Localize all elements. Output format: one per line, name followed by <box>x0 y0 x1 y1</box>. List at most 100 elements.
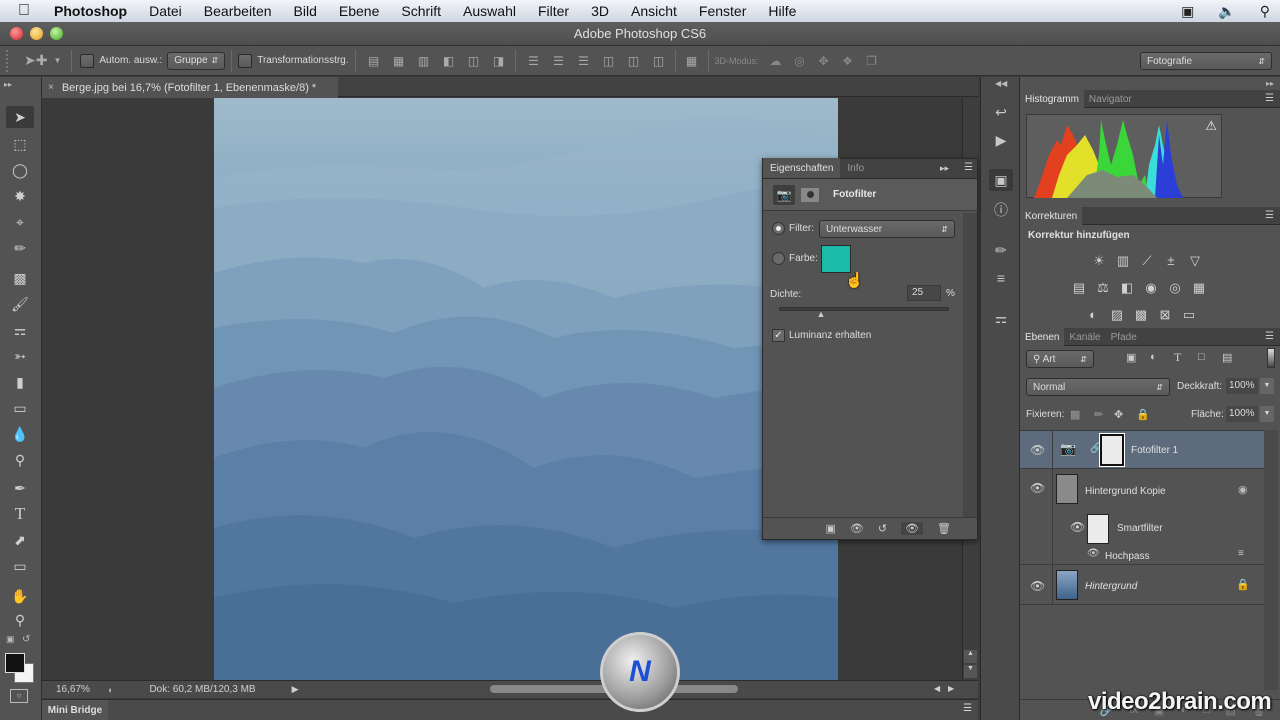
expand-panels-icon[interactable]: ◀◀ <box>995 79 1007 88</box>
path-selection-tool[interactable]: ⬈ <box>6 529 34 551</box>
blur-tool[interactable]: 💧 <box>6 423 34 445</box>
layer-row[interactable]: 👁 📷 🔗 Fotofilter 1 <box>1020 431 1264 469</box>
volume-icon[interactable]: 🔈 <box>1218 3 1235 20</box>
clip-to-layer-icon[interactable]: ▣ <box>825 522 835 535</box>
layer-name[interactable]: Fotofilter 1 <box>1131 445 1178 456</box>
foreground-color-swatch[interactable] <box>5 653 25 673</box>
align-bottom-icon[interactable]: ▥ <box>414 54 434 68</box>
mini-bridge-tab[interactable]: Mini Bridge <box>42 700 108 720</box>
clone-stamp-tool[interactable]: ⚎ <box>6 319 34 341</box>
eraser-tool[interactable]: ▮ <box>6 371 34 393</box>
brightness-contrast-icon[interactable]: ☀ <box>1090 253 1108 269</box>
3d-roll-icon[interactable]: ◎ <box>791 54 809 68</box>
smart-object-thumbnail[interactable] <box>1056 474 1078 504</box>
options-grip[interactable] <box>6 49 14 72</box>
channel-mixer-icon[interactable]: ◎ <box>1166 280 1184 296</box>
filter-pixel-layers-icon[interactable]: ▣ <box>1126 351 1136 364</box>
document-tab[interactable]: × Berge.jpg bei 16,7% (Fotofilter 1, Ebe… <box>42 77 338 98</box>
visibility-eye-icon[interactable]: 👁 <box>1087 548 1100 559</box>
visibility-eye-icon[interactable]: 👁 <box>1070 520 1085 534</box>
layer-name[interactable]: Hintergrund Kopie <box>1085 486 1166 497</box>
dodge-tool[interactable]: ⚲ <box>6 449 34 471</box>
magic-wand-tool[interactable]: ✸ <box>6 185 34 207</box>
3d-pan-icon[interactable]: ✥ <box>815 54 833 68</box>
lock-position-icon[interactable]: ✥ <box>1114 408 1123 421</box>
distribute-vertical-center-icon[interactable]: ☰ <box>549 54 569 68</box>
layer-row[interactable]: 👁 Hintergrund Kopie ◉ 👁 Smartfilter 👁 Ho… <box>1020 469 1264 565</box>
zoom-level[interactable]: 16,67% <box>56 684 96 695</box>
transform-controls-checkbox[interactable] <box>238 53 253 68</box>
tab-pfade[interactable]: Pfade <box>1106 328 1142 346</box>
document-image[interactable] <box>214 98 838 680</box>
pen-tool[interactable]: ✒ <box>6 477 34 499</box>
align-horizontal-center-icon[interactable]: ◫ <box>464 54 484 68</box>
hand-tool[interactable]: ✋ <box>6 585 34 607</box>
lock-all-icon[interactable]: 🔒 <box>1136 408 1150 421</box>
blend-mode-dropdown[interactable]: Normal ⇵ <box>1026 378 1170 396</box>
menu-hilfe[interactable]: Hilfe <box>768 3 796 19</box>
fill-input[interactable]: 100% <box>1226 406 1258 422</box>
smart-filter-indicator-icon[interactable]: ◉ <box>1238 483 1248 496</box>
color-radio[interactable] <box>772 252 785 265</box>
info-panel-icon[interactable]: ⓘ <box>989 199 1013 221</box>
3d-slide-icon[interactable]: ❖ <box>839 54 857 68</box>
filter-radio[interactable] <box>772 222 785 235</box>
3d-scale-icon[interactable]: ❐ <box>863 54 881 68</box>
collapse-dock-icon[interactable]: ▸▸ <box>1266 79 1274 88</box>
layer-thumbnail[interactable] <box>1056 570 1078 600</box>
lasso-tool[interactable]: ◯ <box>6 159 34 181</box>
tab-eigenschaften[interactable]: Eigenschaften <box>763 158 841 178</box>
color-balance-icon[interactable]: ⚖ <box>1094 280 1112 296</box>
layer-filter-toggle[interactable] <box>1267 348 1275 368</box>
history-panel-icon[interactable]: ↩ <box>989 101 1013 123</box>
collapse-panel-icon[interactable]: ▸▸ <box>940 163 949 174</box>
menu-datei[interactable]: Datei <box>149 3 182 19</box>
distribute-left-icon[interactable]: ◫ <box>599 54 619 68</box>
3d-orbit-icon[interactable]: ☁ <box>767 54 785 68</box>
tab-kanaele[interactable]: Kanäle <box>1064 328 1105 346</box>
toggle-visibility-icon[interactable]: 👁 <box>901 522 924 535</box>
cache-warning-icon[interactable]: ⚠ <box>1205 118 1217 134</box>
tab-navigator[interactable]: Navigator <box>1084 90 1137 108</box>
quick-mask-icon[interactable]: ○ <box>10 689 28 703</box>
opacity-dropdown-button[interactable]: ▼ <box>1260 378 1274 394</box>
gradient-tool[interactable]: ▭ <box>6 397 34 419</box>
density-input[interactable]: 25 <box>907 285 941 301</box>
visibility-eye-icon[interactable]: 👁 <box>1030 443 1045 457</box>
selective-color-icon[interactable]: ⊠ <box>1156 307 1174 323</box>
menu-filter[interactable]: Filter <box>538 3 569 19</box>
type-tool[interactable]: T <box>6 503 34 525</box>
delete-adjustment-icon[interactable]: 🗑 <box>937 522 951 535</box>
auto-align-layers-icon[interactable]: ▦ <box>682 54 702 68</box>
distribute-horizontal-center-icon[interactable]: ◫ <box>624 54 644 68</box>
filter-blending-options-icon[interactable]: ≡ <box>1238 548 1244 559</box>
clone-source-icon[interactable]: ⚎ <box>989 307 1013 329</box>
marquee-tool[interactable]: ⬚ <box>6 133 34 155</box>
scroll-down-button[interactable]: ▼ <box>964 665 977 678</box>
smart-filter-name[interactable]: Smartfilter <box>1117 523 1163 534</box>
filter-shape-layers-icon[interactable]: □ <box>1198 351 1205 363</box>
scroll-left-button[interactable]: ◀ <box>934 684 940 693</box>
smart-filter-mask-thumbnail[interactable] <box>1087 514 1109 544</box>
default-colors-icon[interactable]: ▣ <box>6 634 15 645</box>
tab-info[interactable]: Info <box>840 158 871 178</box>
hue-saturation-icon[interactable]: ▤ <box>1070 280 1088 296</box>
menu-app-photoshop[interactable]: Photoshop <box>54 3 127 19</box>
battery-icon[interactable]: ▣ <box>1181 3 1194 20</box>
collapse-toolbox-icon[interactable]: ▸▸ <box>4 80 12 89</box>
menu-schrift[interactable]: Schrift <box>401 3 441 19</box>
panel-menu-icon[interactable]: ☰ <box>1265 210 1274 221</box>
move-tool-preset-icon[interactable]: ➤✚ <box>24 52 47 69</box>
eyedropper-tool[interactable]: ✏ <box>6 237 34 259</box>
visibility-eye-icon[interactable]: 👁 <box>1030 481 1045 495</box>
distribute-right-icon[interactable]: ◫ <box>649 54 669 68</box>
scroll-up-button[interactable]: ▲ <box>964 650 977 663</box>
layer-row[interactable]: 👁 Hintergrund 🔒 <box>1020 565 1264 605</box>
zoom-tool[interactable]: ⚲ <box>6 609 34 631</box>
layers-scrollbar[interactable] <box>1264 430 1278 690</box>
workspace-switcher[interactable]: Fotografie ⇵ <box>1140 52 1272 70</box>
filter-name[interactable]: Hochpass <box>1105 551 1149 562</box>
align-vertical-center-icon[interactable]: ▦ <box>389 54 409 68</box>
mask-settings-icon[interactable] <box>801 187 819 202</box>
brush-panel-icon[interactable]: ≡ <box>989 267 1013 289</box>
